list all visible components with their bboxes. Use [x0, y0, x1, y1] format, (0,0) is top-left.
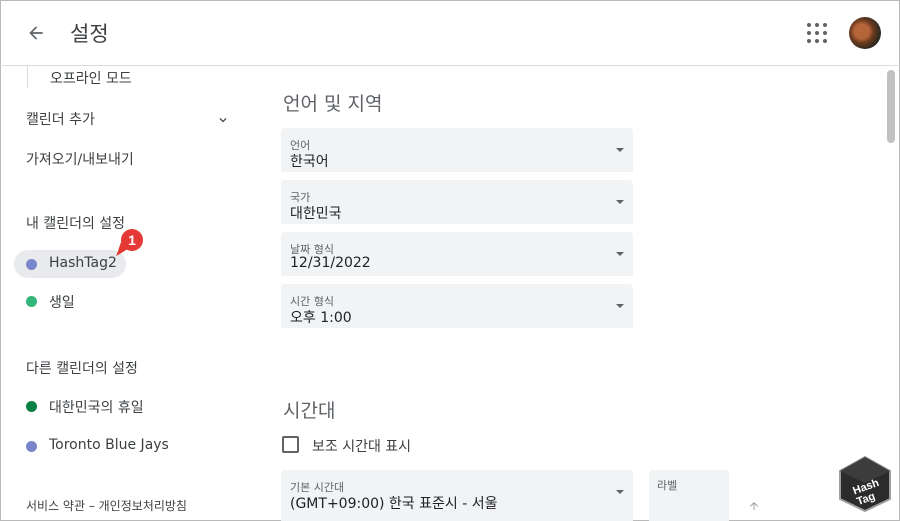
sidebar-item-calendar-blue-jays[interactable]: Toronto Blue Jays — [14, 432, 214, 460]
dropdown-caret-icon — [616, 148, 624, 152]
timezone-label-field-label: 라벨 — [657, 479, 678, 492]
calendar-label: Toronto Blue Jays — [49, 437, 169, 453]
language-value: 한국어 — [290, 154, 329, 170]
settings-sidebar: 오프라인 모드 캘린더 추가 가져오기/내보내기 내 캘린더의 설정 HashT… — [0, 66, 255, 521]
primary-timezone-select[interactable]: 기본 시간대 (GMT+09:00) 한국 표준시 - 서울 — [281, 470, 633, 521]
dropdown-caret-icon — [616, 200, 624, 204]
calendar-color-dot — [26, 296, 37, 307]
chevron-down-icon[interactable] — [216, 113, 230, 127]
time-format-value: 오후 1:00 — [290, 310, 352, 326]
dropdown-caret-icon — [616, 490, 624, 494]
terms-privacy-link[interactable]: 서비스 약관 – 개인정보처리방침 — [26, 497, 187, 514]
hashtag-logo-icon: Hash Tag — [839, 455, 891, 513]
header: 설정 — [0, 0, 900, 66]
other-calendars-heading: 다른 캘린더의 설정 — [26, 361, 138, 377]
secondary-timezone-label[interactable]: 보조 시간대 표시 — [312, 436, 411, 456]
time-format-select[interactable]: 시간 형식 오후 1:00 — [281, 284, 633, 328]
back-button[interactable] — [22, 19, 50, 47]
arrow-up-icon[interactable] — [748, 500, 760, 512]
sidebar-item-calendar-birthday[interactable]: 생일 — [14, 287, 126, 315]
secondary-timezone-checkbox[interactable] — [282, 436, 299, 453]
country-value: 대한민국 — [290, 206, 342, 222]
timezone-title: 시간대 — [283, 400, 336, 422]
date-format-value: 12/31/2022 — [290, 255, 371, 271]
my-calendars-heading: 내 캘린더의 설정 — [26, 216, 126, 232]
google-apps-icon[interactable] — [806, 22, 828, 44]
dropdown-caret-icon — [616, 304, 624, 308]
sidebar-item-offline-mode[interactable]: 오프라인 모드 — [50, 68, 132, 88]
language-select[interactable]: 언어 한국어 — [281, 128, 633, 172]
country-select[interactable]: 국가 대한민국 — [281, 180, 633, 224]
calendar-label: 생일 — [49, 295, 75, 311]
timezone-label-field[interactable]: 라벨 — [649, 470, 729, 521]
calendar-label: 대한민국의 휴일 — [49, 400, 144, 416]
dropdown-caret-icon — [616, 252, 624, 256]
date-format-select[interactable]: 날짜 형식 12/31/2022 — [281, 232, 633, 276]
calendar-color-dot — [26, 259, 37, 270]
sidebar-tree-line — [27, 66, 28, 88]
language-region-title: 언어 및 지역 — [283, 93, 383, 115]
calendar-color-dot — [26, 441, 37, 452]
sidebar-item-import-export[interactable]: 가져오기/내보내기 — [26, 149, 134, 169]
primary-timezone-value: (GMT+09:00) 한국 표준시 - 서울 — [290, 496, 498, 512]
sidebar-item-add-calendar[interactable]: 캘린더 추가 — [26, 109, 95, 129]
arrow-back-icon — [29, 26, 43, 40]
page-title: 설정 — [70, 22, 109, 46]
calendar-label: HashTag2 — [49, 255, 117, 271]
sidebar-item-calendar-hashtag2[interactable]: HashTag2 — [14, 250, 126, 278]
annotation-badge: 1 — [121, 229, 143, 251]
sidebar-item-calendar-korea-holidays[interactable]: 대한민국의 휴일 — [14, 392, 144, 420]
scrollbar-thumb[interactable] — [887, 70, 895, 143]
avatar[interactable] — [849, 17, 881, 49]
calendar-color-dot — [26, 401, 37, 412]
